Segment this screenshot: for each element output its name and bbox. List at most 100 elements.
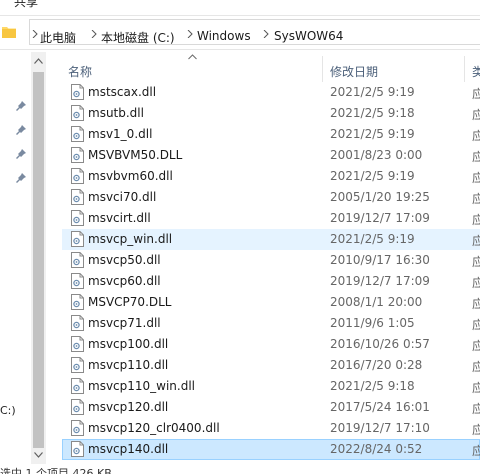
status-text: 选中 1 个项目 426 KB [0, 467, 112, 474]
dll-file-icon [71, 357, 84, 373]
file-row[interactable]: msvcp71.dll 2011/9/6 1:05 应 [62, 313, 480, 334]
ribbon-tab-share[interactable]: 共享 [14, 0, 38, 8]
dll-file-icon [71, 126, 84, 142]
scroll-down-arrow-icon[interactable] [34, 452, 43, 458]
file-type: 应 [472, 339, 480, 353]
dll-file-icon [71, 315, 84, 331]
file-modified-date: 2021/2/5 9:19 [330, 127, 415, 141]
file-row[interactable]: msvcp110_win.dll 2021/2/5 9:18 应 [62, 376, 480, 397]
file-name: msvcp110_win.dll [88, 379, 196, 393]
file-type: 应 [472, 129, 480, 143]
breadcrumb-this-pc[interactable]: 此电脑 [40, 29, 76, 46]
file-type: 应 [472, 402, 480, 416]
pin-icon[interactable] [15, 100, 27, 112]
file-row[interactable]: msvcp120_clr0400.dll 2019/12/7 17:10 应 [62, 418, 480, 439]
sort-ascending-icon [188, 54, 197, 60]
folder-icon [2, 27, 16, 38]
file-row[interactable]: mstscax.dll 2021/2/5 9:19 应 [62, 82, 480, 103]
column-header-name[interactable]: 名称 [68, 63, 92, 80]
file-type: 应 [472, 423, 480, 437]
file-modified-date: 2022/8/24 0:52 [330, 442, 423, 456]
address-bar: 此电脑 本地磁盘 (C:) Windows SysWOW64 [0, 15, 480, 50]
file-row[interactable]: msvcp110.dll 2016/7/20 0:28 应 [62, 355, 480, 376]
breadcrumb-local-disk[interactable]: 本地磁盘 (C:) [101, 29, 175, 46]
file-row[interactable]: MSVCP70.DLL 2008/1/1 20:00 应 [62, 292, 480, 313]
file-type: 应 [472, 87, 480, 101]
chevron-right-icon[interactable] [31, 30, 39, 38]
dll-file-icon [71, 105, 84, 121]
pin-icon[interactable] [15, 124, 27, 136]
file-row[interactable]: msvcp140.dll 2022/8/24 0:52 应 [62, 439, 480, 460]
column-header-type[interactable]: 类 [472, 63, 480, 80]
file-modified-date: 2016/7/20 0:28 [330, 358, 423, 372]
column-header-date[interactable]: 修改日期 [330, 63, 378, 80]
file-row[interactable]: msutb.dll 2021/2/5 9:18 应 [62, 103, 480, 124]
dll-file-icon [71, 147, 84, 163]
file-modified-date: 2021/2/5 9:19 [330, 85, 415, 99]
chevron-right-icon[interactable] [262, 30, 270, 38]
file-name: msvcp120_clr0400.dll [88, 421, 220, 435]
dll-file-icon [71, 294, 84, 310]
status-bar: 选中 1 个项目 426 KB [0, 464, 480, 474]
dll-file-icon [71, 252, 84, 268]
chevron-right-icon[interactable] [186, 30, 194, 38]
file-name: msv1_0.dll [88, 127, 153, 141]
file-name: msvcp100.dll [88, 337, 169, 351]
dll-file-icon [71, 189, 84, 205]
file-modified-date: 2017/5/24 16:01 [330, 400, 430, 414]
file-row[interactable]: msvcp_win.dll 2021/2/5 9:19 应 [62, 229, 480, 250]
file-type: 应 [472, 360, 480, 374]
file-name: mstscax.dll [88, 85, 157, 99]
file-modified-date: 2005/1/20 19:25 [330, 190, 430, 204]
address-box[interactable]: 此电脑 本地磁盘 (C:) Windows SysWOW64 [29, 19, 480, 45]
scroll-up-arrow-icon[interactable] [34, 58, 43, 64]
file-modified-date: 2021/2/5 9:19 [330, 169, 415, 183]
pin-icon[interactable] [15, 172, 27, 184]
file-row[interactable]: msvci70.dll 2005/1/20 19:25 应 [62, 187, 480, 208]
file-modified-date: 2021/2/5 9:18 [330, 379, 415, 393]
scrollbar-thumb[interactable] [33, 72, 44, 448]
file-row[interactable]: MSVBVM50.DLL 2001/8/23 0:00 应 [62, 145, 480, 166]
dll-file-icon [71, 210, 84, 226]
file-modified-date: 2008/1/1 20:00 [330, 295, 423, 309]
file-modified-date: 2019/12/7 17:09 [330, 274, 430, 288]
file-name: msvcp_win.dll [88, 232, 173, 246]
file-row[interactable]: msvcp120.dll 2017/5/24 16:01 应 [62, 397, 480, 418]
dll-file-icon [71, 273, 84, 289]
dll-file-icon [71, 441, 84, 457]
nav-scrollbar[interactable] [31, 52, 46, 464]
breadcrumb-syswow64[interactable]: SysWOW64 [274, 29, 343, 43]
column-header-row: 名称 修改日期 类 [62, 52, 480, 84]
file-name: msvcp120.dll [88, 400, 169, 414]
file-type: 应 [472, 381, 480, 395]
file-name: msvcp71.dll [88, 316, 161, 330]
file-name: msutb.dll [88, 106, 144, 120]
file-modified-date: 2001/8/23 0:00 [330, 148, 423, 162]
column-divider[interactable] [464, 56, 465, 82]
navigation-pane: C:) [0, 50, 31, 462]
file-row[interactable]: msvcp50.dll 2010/9/17 16:30 应 [62, 250, 480, 271]
file-type: 应 [472, 276, 480, 290]
file-type: 应 [472, 213, 480, 227]
dll-file-icon [71, 231, 84, 247]
file-name: msvcp60.dll [88, 274, 161, 288]
pin-icon[interactable] [15, 148, 27, 160]
column-divider[interactable] [322, 56, 323, 82]
file-row[interactable]: msvbvm60.dll 2021/2/5 9:19 应 [62, 166, 480, 187]
nav-item-drive-c[interactable]: C:) [0, 404, 16, 417]
dll-file-icon [71, 84, 84, 100]
file-row[interactable]: msvcirt.dll 2019/12/7 17:09 应 [62, 208, 480, 229]
chevron-right-icon[interactable] [90, 30, 98, 38]
file-row[interactable]: msv1_0.dll 2021/2/5 9:19 应 [62, 124, 480, 145]
file-modified-date: 2016/10/26 0:57 [330, 337, 430, 351]
ribbon-strip: 共享 [0, 0, 480, 8]
file-list: 名称 修改日期 类 mstscax.dll 2021/2/5 9:19 应 msutb… [62, 52, 480, 466]
file-name: msvci70.dll [88, 190, 157, 204]
file-type: 应 [472, 150, 480, 164]
file-row[interactable]: msvcp60.dll 2019/12/7 17:09 应 [62, 271, 480, 292]
dll-file-icon [71, 168, 84, 184]
file-type: 应 [472, 255, 480, 269]
file-type: 应 [472, 192, 480, 206]
file-row[interactable]: msvcp100.dll 2016/10/26 0:57 应 [62, 334, 480, 355]
breadcrumb-windows[interactable]: Windows [197, 29, 251, 43]
